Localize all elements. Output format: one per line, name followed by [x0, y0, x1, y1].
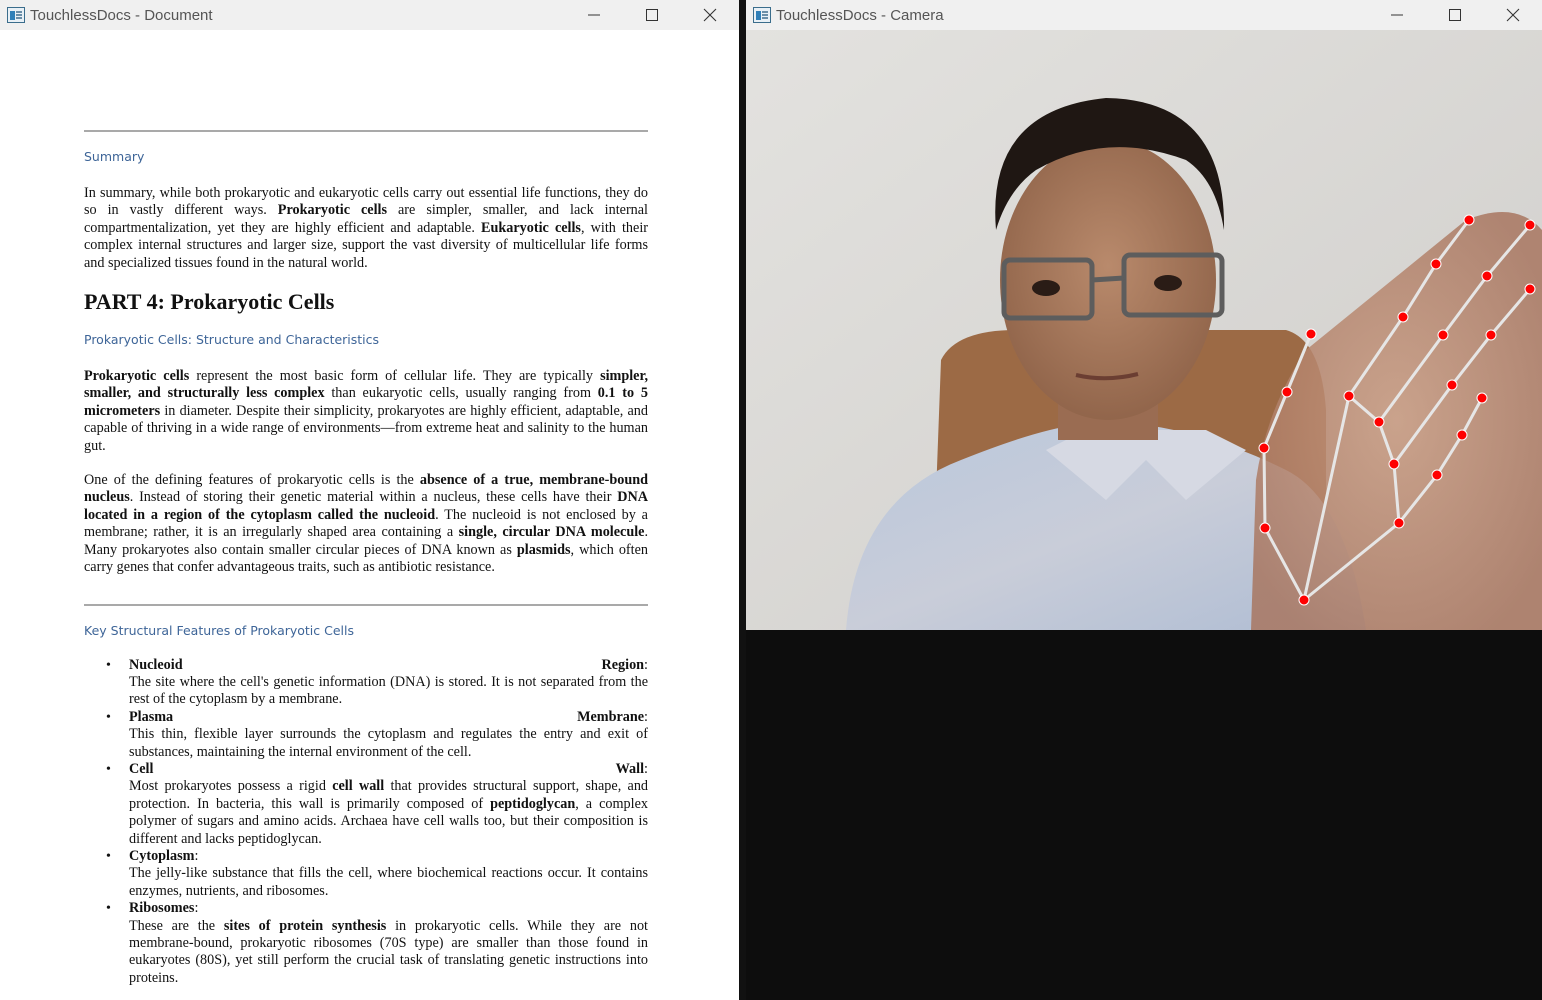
prokaryotic-paragraph-1: Prokaryotic cells represent the most bas…: [84, 368, 649, 454]
features-heading: Key Structural Features of Prokaryotic C…: [84, 622, 355, 638]
maximize-icon: [1449, 9, 1461, 21]
minimize-button[interactable]: [565, 0, 623, 30]
app-icon: [753, 7, 771, 23]
window-controls: [1368, 0, 1542, 30]
features-list: NucleoidRegion: The site where the cell'…: [84, 657, 648, 988]
list-item: PlasmaMembrane: This thin, flexible laye…: [84, 709, 648, 761]
summary-paragraph: In summary, while both prokaryotic and e…: [84, 185, 648, 271]
window-title: TouchlessDocs - Camera: [776, 6, 944, 24]
minimize-button[interactable]: [1368, 0, 1426, 30]
eye-right: [1154, 275, 1182, 291]
maximize-icon: [646, 9, 658, 21]
eye-left: [1032, 280, 1060, 296]
close-button[interactable]: [681, 0, 739, 30]
document-window-titlebar[interactable]: TouchlessDocs - Document: [0, 0, 739, 30]
divider: [84, 130, 648, 132]
prokaryotic-paragraph-2: One of the defining features of prokaryo…: [84, 472, 648, 576]
close-icon: [703, 8, 717, 22]
camera-frame: [746, 30, 1542, 630]
list-item: CellWall: Most prokaryotes possess a rig…: [84, 761, 648, 848]
maximize-button[interactable]: [1426, 0, 1484, 30]
app-icon: [7, 7, 25, 23]
maximize-button[interactable]: [623, 0, 681, 30]
section-heading: Prokaryotic Cells: Structure and Charact…: [84, 332, 380, 348]
camera-feed: [746, 30, 1542, 630]
close-button[interactable]: [1484, 0, 1542, 30]
document-view[interactable]: Summary In summary, while both prokaryot…: [0, 30, 739, 1000]
close-icon: [1506, 8, 1520, 22]
window-gap: [739, 0, 746, 1000]
minimize-icon: [1391, 14, 1403, 16]
window-controls: [565, 0, 739, 30]
summary-heading: Summary: [84, 149, 145, 164]
minimize-icon: [588, 14, 600, 16]
list-item: NucleoidRegion: The site where the cell'…: [84, 657, 648, 709]
window-title: TouchlessDocs - Document: [30, 6, 213, 24]
camera-window-titlebar[interactable]: TouchlessDocs - Camera: [746, 0, 1542, 30]
list-item: Cytoplasm: The jelly-like substance that…: [84, 848, 648, 900]
divider: [84, 603, 648, 606]
part-title: PART 4: Prokaryotic Cells: [84, 289, 335, 315]
camera-window-empty-area: [746, 630, 1542, 1000]
list-item: Ribosomes: These are the sites of protei…: [84, 900, 648, 987]
document-page: Summary In summary, while both prokaryot…: [84, 30, 648, 987]
